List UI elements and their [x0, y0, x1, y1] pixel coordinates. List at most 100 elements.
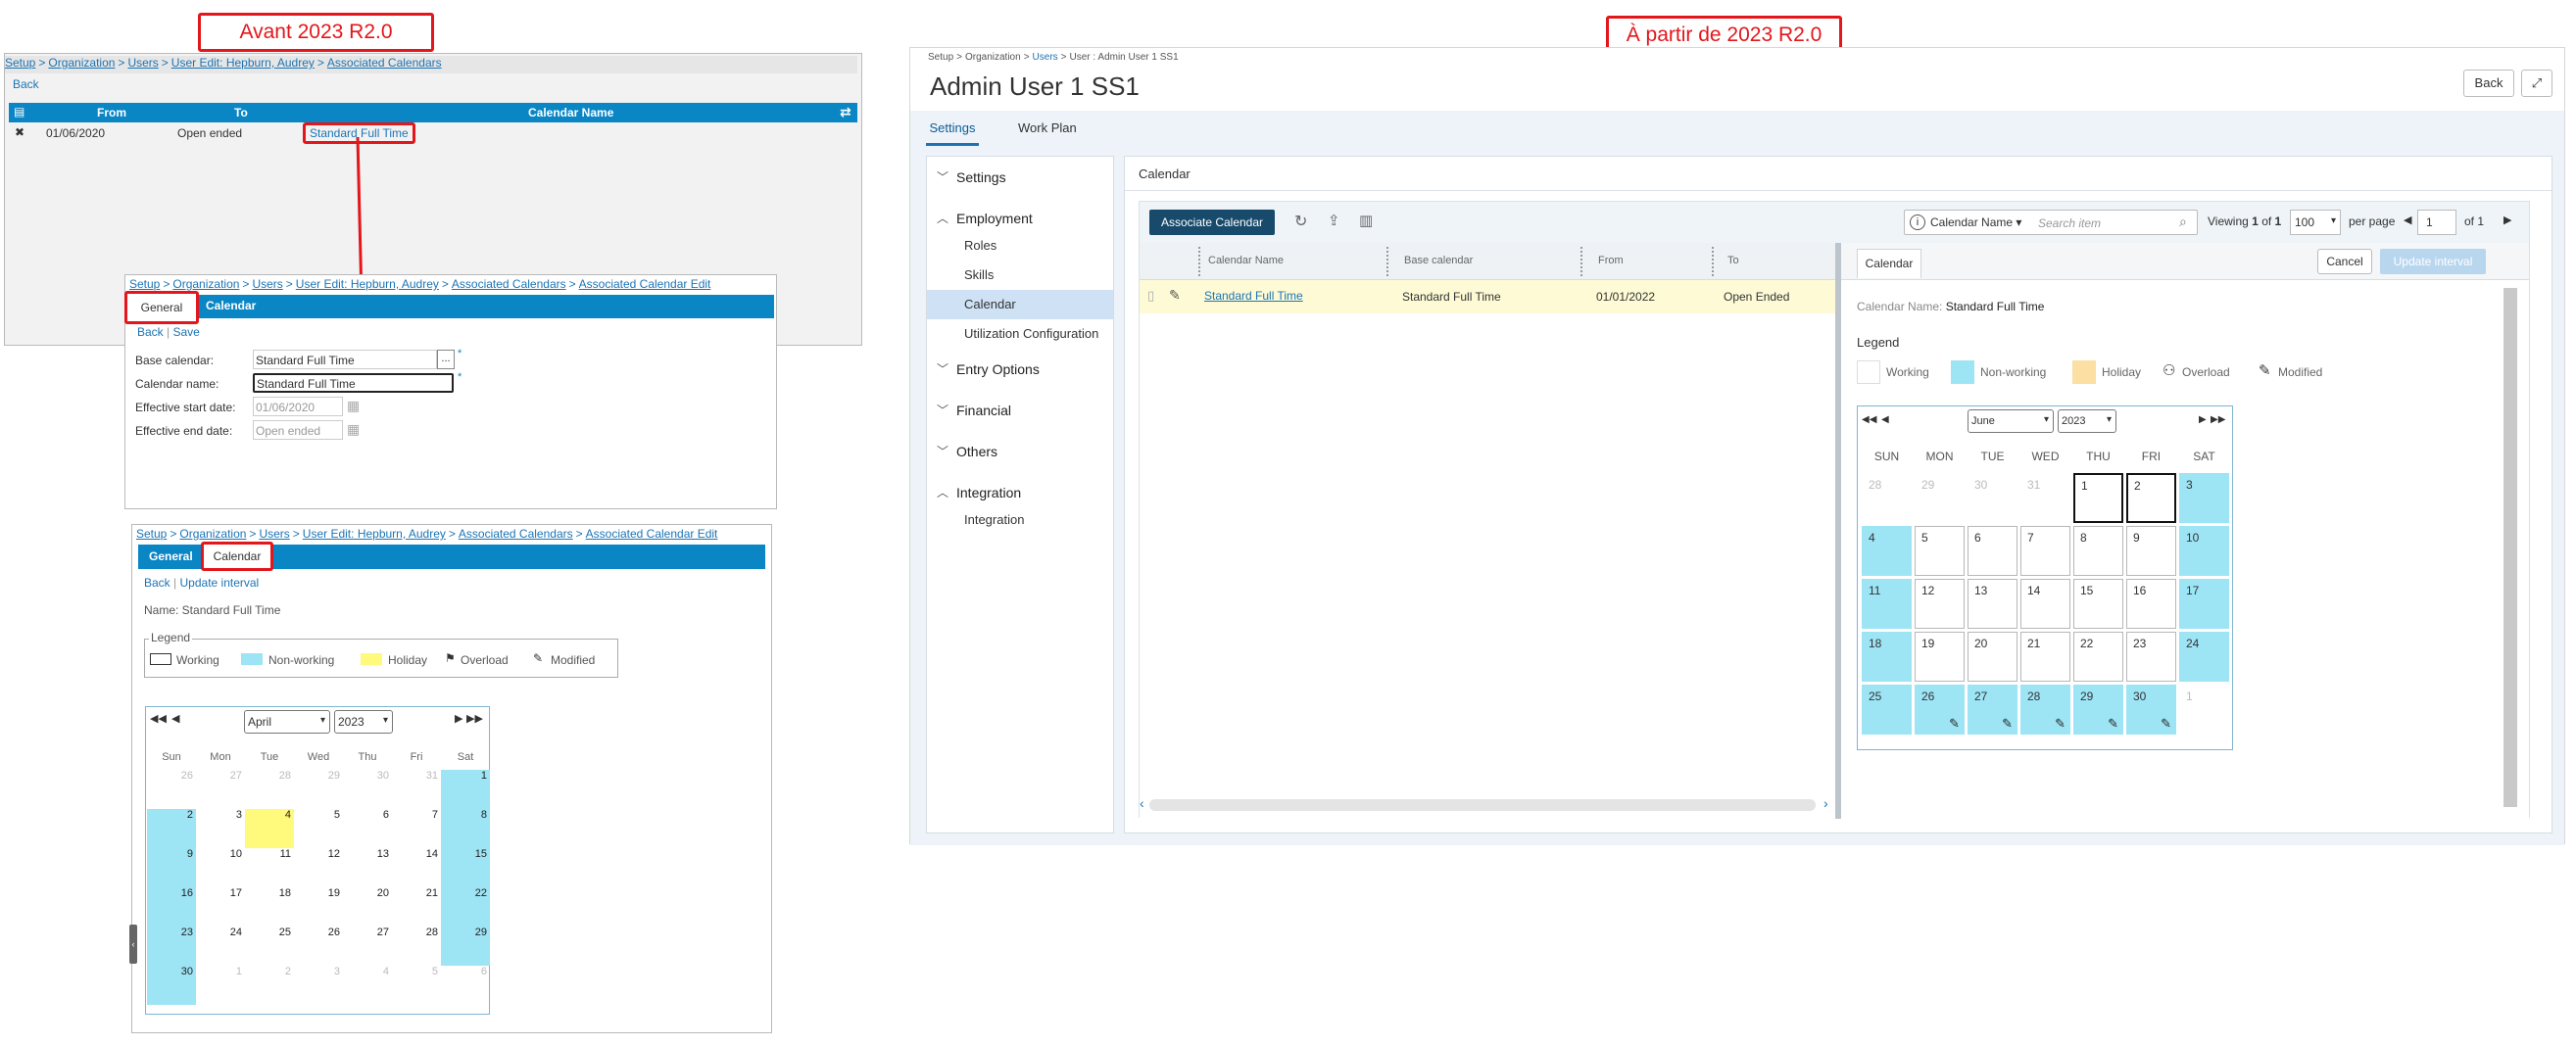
day-cell[interactable]: 7 [2019, 526, 2070, 576]
column-to[interactable]: To [1727, 255, 1739, 266]
day-cell[interactable]: 28 ✎ [2019, 685, 2070, 735]
day-cell[interactable]: 18 [1862, 632, 1912, 682]
day-cell[interactable]: 15 [2073, 579, 2123, 629]
nav-others[interactable]: ﹀ Others [927, 431, 1113, 472]
day-cell[interactable]: 16 [2125, 579, 2176, 629]
search-box[interactable]: i Calendar Name ▾ Search item ⌕ [1904, 210, 2198, 235]
day-cell[interactable]: 7 [392, 809, 441, 848]
tab-general[interactable]: General [149, 549, 193, 563]
edit-icon[interactable]: ✎ [1169, 287, 1181, 304]
day-cell[interactable]: 28 [392, 927, 441, 966]
day-cell[interactable]: 27 ✎ [1968, 685, 2017, 735]
year-select[interactable]: 2023 ▾ [2058, 409, 2116, 433]
prev-page-icon[interactable]: ◀ [171, 712, 179, 725]
day-cell[interactable]: 19 [294, 887, 343, 927]
back-link[interactable]: Back [137, 325, 164, 339]
day-cell[interactable]: 3 [2178, 473, 2229, 523]
per-page-select[interactable]: 100 ▾ [2290, 210, 2341, 235]
day-cell[interactable]: 9 [2125, 526, 2176, 576]
detail-tab-calendar[interactable]: Calendar [1857, 249, 1921, 278]
share-button[interactable]: ⤢ [2521, 70, 2552, 97]
nav-item-utilization-configuration[interactable]: Utilization Configuration [927, 319, 1113, 349]
nav-employment[interactable]: ︿ Employment [927, 198, 1113, 239]
day-cell[interactable]: 17 [196, 887, 245, 927]
tab-calendar[interactable]: Calendar [206, 299, 256, 312]
day-cell[interactable]: 12 [294, 848, 343, 887]
day-cell[interactable]: 13 [1968, 579, 2017, 629]
scroll-right-icon[interactable]: › [1823, 795, 1828, 811]
refresh-icon[interactable]: ↻ [1294, 212, 1307, 231]
update-interval-button[interactable]: Update interval [2380, 249, 2486, 274]
prev-page-icon[interactable]: ◀ [1881, 414, 1889, 425]
day-cell[interactable]: 5 [1914, 526, 1965, 576]
day-cell[interactable]: 30 ✎ [2125, 685, 2176, 735]
day-cell[interactable]: 3 [196, 809, 245, 848]
column-from[interactable]: From [97, 106, 126, 119]
next-page-icon[interactable]: ▶ [455, 712, 462, 725]
day-cell[interactable]: 25 [245, 927, 294, 966]
calendar-icon[interactable]: ▦ [347, 421, 360, 438]
day-cell[interactable]: 26 ✎ [1914, 685, 1965, 735]
lookup-button[interactable]: ... [437, 350, 455, 369]
day-cell[interactable]: 27 [343, 927, 392, 966]
tab-work-plan[interactable]: Work Plan [1018, 120, 1077, 135]
day-cell[interactable]: 26 [294, 927, 343, 966]
column-settings-icon[interactable]: ⇄ [840, 104, 851, 120]
nav-item-skills[interactable]: Skills [927, 261, 1113, 290]
back-button[interactable]: Back [2463, 70, 2514, 97]
save-link[interactable]: Save [173, 325, 200, 339]
column-to[interactable]: To [234, 106, 248, 119]
day-cell[interactable]: 29 [441, 927, 490, 966]
day-cell[interactable]: 29 ✎ [2073, 685, 2123, 735]
base-calendar-field[interactable]: Standard Full Time [253, 350, 437, 369]
day-cell[interactable]: 13 [343, 848, 392, 887]
tab-settings[interactable]: Settings [926, 120, 979, 146]
month-select[interactable]: April ▾ [244, 710, 330, 734]
end-date-field[interactable]: Open ended [253, 420, 343, 440]
day-cell[interactable]: 11 [1862, 579, 1912, 629]
search-icon[interactable]: ⌕ [2179, 214, 2187, 230]
day-cell[interactable]: 21 [392, 887, 441, 927]
filter-field-select[interactable]: Calendar Name ▾ [1930, 215, 2021, 229]
back-link[interactable]: Back [144, 576, 170, 590]
columns-icon[interactable]: ▥ [1359, 212, 1373, 229]
next-page-icon[interactable]: ▶ [2199, 414, 2207, 425]
start-date-field[interactable]: 01/06/2020 [253, 397, 343, 416]
column-calendar-name[interactable]: Calendar Name [528, 106, 613, 119]
column-from[interactable]: From [1598, 255, 1624, 266]
month-select[interactable]: June ▾ [1968, 409, 2054, 433]
day-cell[interactable]: 14 [2019, 579, 2070, 629]
day-cell[interactable]: 23 [147, 927, 196, 966]
day-cell[interactable]: 30 [147, 966, 196, 1005]
day-cell[interactable]: 1 [2073, 473, 2123, 523]
page-input[interactable]: 1 [2417, 210, 2456, 235]
day-cell[interactable]: 24 [2178, 632, 2229, 682]
day-cell[interactable]: 20 [1968, 632, 2017, 682]
nav-item-calendar[interactable]: Calendar [927, 290, 1113, 319]
table-row[interactable]: ▯ ✎ Standard Full Time Standard Full Tim… [1140, 280, 1835, 313]
day-cell[interactable]: 8 [2073, 526, 2123, 576]
associate-calendar-button[interactable]: Associate Calendar [1149, 210, 1275, 235]
tab-general[interactable]: General [124, 291, 199, 324]
day-cell[interactable]: 16 [147, 887, 196, 927]
day-cell[interactable]: 21 [2019, 632, 2070, 682]
first-page-icon[interactable]: ◀◀ [1862, 414, 1876, 425]
search-input[interactable]: Search item [2038, 216, 2101, 230]
day-cell[interactable]: 2 [147, 809, 196, 848]
next-page-icon[interactable]: ▶ [2503, 214, 2511, 226]
nav-entry-options[interactable]: ﹀ Entry Options [927, 349, 1113, 390]
day-cell[interactable]: 4 [1862, 526, 1912, 576]
column-base-calendar[interactable]: Base calendar [1404, 255, 1473, 266]
day-cell[interactable]: 10 [196, 848, 245, 887]
grid-icon[interactable]: ▤ [14, 105, 24, 119]
day-cell[interactable]: 4 [245, 809, 294, 848]
day-cell[interactable]: 20 [343, 887, 392, 927]
day-cell[interactable]: 14 [392, 848, 441, 887]
tab-calendar[interactable]: Calendar [201, 542, 273, 571]
update-interval-link[interactable]: Update interval [180, 576, 260, 590]
prev-page-icon[interactable]: ◀ [2404, 214, 2411, 226]
calendar-name-field[interactable]: Standard Full Time [253, 373, 454, 393]
day-cell[interactable]: 1 [441, 770, 490, 809]
info-icon[interactable]: i [1910, 214, 1925, 230]
day-cell[interactable]: 19 [1914, 632, 1965, 682]
